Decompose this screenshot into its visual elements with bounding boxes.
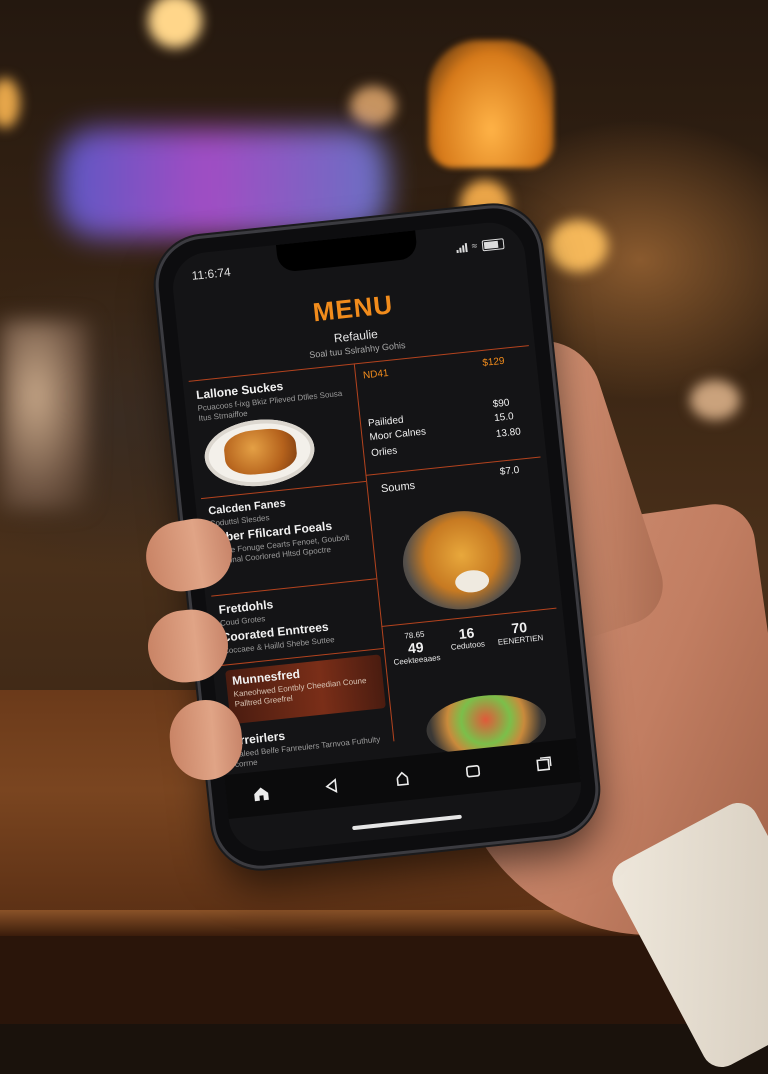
stat-box: 78.65 49 Ceekteeaaes [390,628,441,667]
fries-bowl-image[interactable] [398,505,526,616]
back-icon[interactable] [317,771,348,802]
menu-item-name[interactable]: Moor Calnes [369,426,427,443]
divider [211,578,377,597]
stat-box: 16 Cedutoos [442,623,492,653]
ceiling-light [148,0,202,48]
stat-box: 70 EENERTIEN [494,617,546,647]
neon-sign [58,128,388,238]
blurred-person [0,320,90,510]
bookmark-icon[interactable] [457,756,488,787]
menu-item-name[interactable]: Orlies [371,445,398,459]
signal-icon [455,242,468,253]
item-label: ND41 [362,367,390,382]
wifi-icon: ≈ [471,240,478,252]
ceiling-light [0,78,20,128]
status-icons: ≈ [455,237,505,254]
battery-icon [481,237,505,251]
ceiling-light [350,86,396,126]
menu-item-price: $90 [492,397,510,411]
pendant-lamp [428,40,554,168]
home-indicator[interactable] [352,814,462,831]
ceiling-light [548,220,608,272]
divider [200,480,367,500]
menu-item-price: 13.80 [495,426,522,440]
share-icon[interactable] [387,763,418,794]
soups-label[interactable]: Soums [380,480,415,496]
soups-price: $7.0 [499,464,520,478]
status-time: 11:6:74 [190,264,232,283]
menu-item-price: 15.0 [493,411,515,425]
ceiling-light [690,380,740,420]
menu-item-name[interactable]: Pailided [368,415,405,430]
item-price: $129 [481,355,506,369]
tabs-icon[interactable] [528,748,559,779]
home-icon[interactable] [246,778,277,809]
